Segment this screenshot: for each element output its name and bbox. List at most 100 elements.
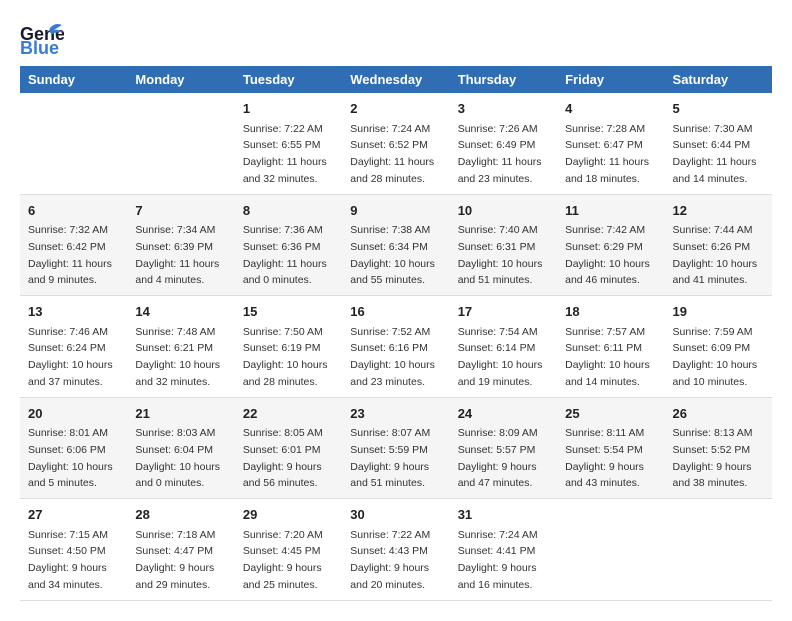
sunset-info: Sunset: 6:44 PM: [673, 139, 751, 151]
sunset-info: Sunset: 4:50 PM: [28, 545, 106, 557]
sunset-info: Sunset: 6:47 PM: [565, 139, 643, 151]
sunrise-info: Sunrise: 7:24 AM: [350, 123, 430, 135]
day-number: 21: [135, 404, 226, 424]
week-row-4: 20 Sunrise: 8:01 AM Sunset: 6:06 PM Dayl…: [20, 397, 772, 499]
week-row-2: 6 Sunrise: 7:32 AM Sunset: 6:42 PM Dayli…: [20, 194, 772, 296]
day-number: 10: [458, 201, 549, 221]
daylight-info: Daylight: 10 hours and 37 minutes.: [28, 359, 113, 388]
day-number: 9: [350, 201, 441, 221]
daylight-info: Daylight: 9 hours and 43 minutes.: [565, 461, 644, 490]
sunrise-info: Sunrise: 7:34 AM: [135, 224, 215, 236]
sunset-info: Sunset: 6:36 PM: [243, 241, 321, 253]
day-number: 12: [673, 201, 764, 221]
day-number: 3: [458, 99, 549, 119]
sunset-info: Sunset: 6:21 PM: [135, 342, 213, 354]
column-header-wednesday: Wednesday: [342, 66, 449, 93]
sunset-info: Sunset: 5:57 PM: [458, 444, 536, 456]
day-number: 2: [350, 99, 441, 119]
sunrise-info: Sunrise: 7:57 AM: [565, 326, 645, 338]
page-header: General Blue: [20, 20, 772, 56]
daylight-info: Daylight: 10 hours and 32 minutes.: [135, 359, 220, 388]
day-number: 27: [28, 505, 119, 525]
day-cell: [665, 499, 772, 601]
sunrise-info: Sunrise: 7:30 AM: [673, 123, 753, 135]
day-cell: 27 Sunrise: 7:15 AM Sunset: 4:50 PM Dayl…: [20, 499, 127, 601]
day-number: 20: [28, 404, 119, 424]
day-number: 26: [673, 404, 764, 424]
daylight-info: Daylight: 11 hours and 18 minutes.: [565, 156, 649, 185]
daylight-info: Daylight: 10 hours and 28 minutes.: [243, 359, 328, 388]
sunrise-info: Sunrise: 8:01 AM: [28, 427, 108, 439]
sunrise-info: Sunrise: 7:40 AM: [458, 224, 538, 236]
sunrise-info: Sunrise: 7:18 AM: [135, 529, 215, 541]
sunrise-info: Sunrise: 7:22 AM: [350, 529, 430, 541]
daylight-info: Daylight: 9 hours and 16 minutes.: [458, 562, 537, 591]
daylight-info: Daylight: 11 hours and 14 minutes.: [673, 156, 757, 185]
day-number: 25: [565, 404, 656, 424]
day-cell: 18 Sunrise: 7:57 AM Sunset: 6:11 PM Dayl…: [557, 296, 664, 398]
day-cell: 5 Sunrise: 7:30 AM Sunset: 6:44 PM Dayli…: [665, 93, 772, 194]
sunset-info: Sunset: 6:31 PM: [458, 241, 536, 253]
sunrise-info: Sunrise: 7:59 AM: [673, 326, 753, 338]
day-cell: 22 Sunrise: 8:05 AM Sunset: 6:01 PM Dayl…: [235, 397, 342, 499]
daylight-info: Daylight: 9 hours and 29 minutes.: [135, 562, 214, 591]
day-number: 28: [135, 505, 226, 525]
day-number: 31: [458, 505, 549, 525]
sunrise-info: Sunrise: 7:50 AM: [243, 326, 323, 338]
day-cell: [127, 93, 234, 194]
daylight-info: Daylight: 9 hours and 51 minutes.: [350, 461, 429, 490]
day-cell: 15 Sunrise: 7:50 AM Sunset: 6:19 PM Dayl…: [235, 296, 342, 398]
daylight-info: Daylight: 11 hours and 32 minutes.: [243, 156, 327, 185]
day-number: 22: [243, 404, 334, 424]
column-header-thursday: Thursday: [450, 66, 557, 93]
daylight-info: Daylight: 10 hours and 19 minutes.: [458, 359, 543, 388]
logo: General Blue: [20, 20, 64, 56]
daylight-info: Daylight: 9 hours and 34 minutes.: [28, 562, 107, 591]
day-number: 6: [28, 201, 119, 221]
calendar-table: SundayMondayTuesdayWednesdayThursdayFrid…: [20, 66, 772, 601]
sunset-info: Sunset: 4:41 PM: [458, 545, 536, 557]
day-cell: 8 Sunrise: 7:36 AM Sunset: 6:36 PM Dayli…: [235, 194, 342, 296]
daylight-info: Daylight: 11 hours and 23 minutes.: [458, 156, 542, 185]
column-header-sunday: Sunday: [20, 66, 127, 93]
day-number: 17: [458, 302, 549, 322]
sunrise-info: Sunrise: 7:15 AM: [28, 529, 108, 541]
svg-text:Blue: Blue: [20, 38, 59, 56]
sunset-info: Sunset: 4:43 PM: [350, 545, 428, 557]
day-number: 30: [350, 505, 441, 525]
daylight-info: Daylight: 11 hours and 4 minutes.: [135, 258, 219, 287]
sunrise-info: Sunrise: 8:13 AM: [673, 427, 753, 439]
sunrise-info: Sunrise: 7:42 AM: [565, 224, 645, 236]
sunset-info: Sunset: 4:47 PM: [135, 545, 213, 557]
daylight-info: Daylight: 10 hours and 51 minutes.: [458, 258, 543, 287]
day-number: 7: [135, 201, 226, 221]
sunrise-info: Sunrise: 7:36 AM: [243, 224, 323, 236]
sunset-info: Sunset: 6:42 PM: [28, 241, 106, 253]
day-number: 19: [673, 302, 764, 322]
day-cell: [20, 93, 127, 194]
day-number: 13: [28, 302, 119, 322]
day-number: 18: [565, 302, 656, 322]
daylight-info: Daylight: 11 hours and 28 minutes.: [350, 156, 434, 185]
day-cell: 9 Sunrise: 7:38 AM Sunset: 6:34 PM Dayli…: [342, 194, 449, 296]
day-cell: 28 Sunrise: 7:18 AM Sunset: 4:47 PM Dayl…: [127, 499, 234, 601]
daylight-info: Daylight: 10 hours and 14 minutes.: [565, 359, 650, 388]
day-cell: 3 Sunrise: 7:26 AM Sunset: 6:49 PM Dayli…: [450, 93, 557, 194]
daylight-info: Daylight: 10 hours and 55 minutes.: [350, 258, 435, 287]
sunrise-info: Sunrise: 8:05 AM: [243, 427, 323, 439]
day-cell: 26 Sunrise: 8:13 AM Sunset: 5:52 PM Dayl…: [665, 397, 772, 499]
day-number: 14: [135, 302, 226, 322]
logo-icon: General Blue: [20, 20, 64, 56]
sunset-info: Sunset: 6:26 PM: [673, 241, 751, 253]
day-number: 1: [243, 99, 334, 119]
sunrise-info: Sunrise: 7:48 AM: [135, 326, 215, 338]
day-cell: 2 Sunrise: 7:24 AM Sunset: 6:52 PM Dayli…: [342, 93, 449, 194]
day-number: 11: [565, 201, 656, 221]
daylight-info: Daylight: 9 hours and 38 minutes.: [673, 461, 752, 490]
sunset-info: Sunset: 4:45 PM: [243, 545, 321, 557]
day-cell: 17 Sunrise: 7:54 AM Sunset: 6:14 PM Dayl…: [450, 296, 557, 398]
day-number: 5: [673, 99, 764, 119]
daylight-info: Daylight: 9 hours and 47 minutes.: [458, 461, 537, 490]
sunrise-info: Sunrise: 7:28 AM: [565, 123, 645, 135]
day-cell: 7 Sunrise: 7:34 AM Sunset: 6:39 PM Dayli…: [127, 194, 234, 296]
